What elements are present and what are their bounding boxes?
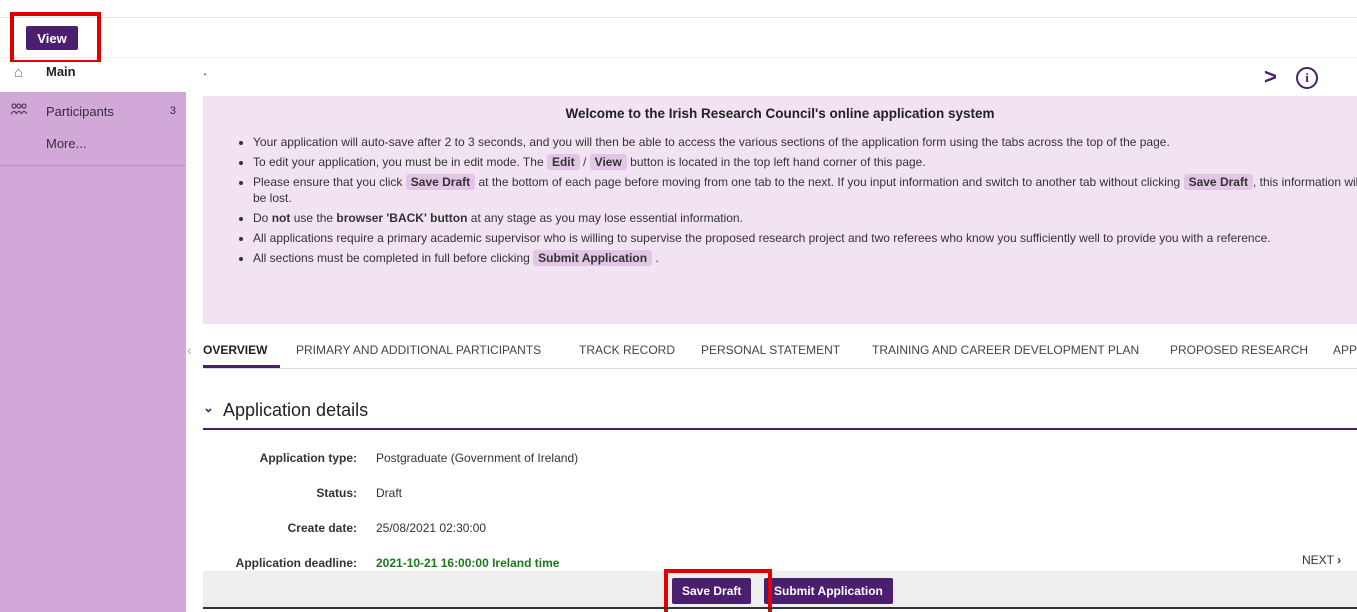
tabs-divider [203,368,1357,369]
section-divider [203,428,1357,430]
highlight-box-view [10,12,101,64]
participants-count-badge: 3 [169,105,176,117]
next-label: NEXT [1302,553,1334,567]
home-icon: ⌂ [14,64,24,81]
header-dot: . [203,62,207,78]
tab-app[interactable]: APP [1333,343,1357,357]
sidebar-item-label: Participants [46,104,114,119]
sidebar-item-label: More... [46,136,87,151]
list-item-text: at the bottom of each page before moving… [478,175,1181,189]
tab-personal-statement[interactable]: PERSONAL STATEMENT [701,343,840,357]
welcome-list: Your application will auto-save after 2 … [219,134,1357,270]
submit-application-pill: Submit Application [533,250,653,266]
tab-proposed-research[interactable]: PROPOSED RESEARCH [1170,343,1308,357]
deadline-label: Application deadline: [235,556,357,570]
status-label: Status: [316,486,357,500]
sidebar-item-label: Main [46,64,76,79]
view-pill: View [589,154,627,170]
emphasis-text: browser 'BACK' button [336,211,468,225]
list-item-text: To edit your application, you must be in… [253,155,544,169]
list-item-text: Your application will auto-save after 2 … [253,135,1170,149]
emphasis-text: not [271,211,291,225]
section-title[interactable]: Application details [223,400,368,421]
list-item-text: button is located in the top left hand c… [630,155,926,169]
welcome-panel: Welcome to the Irish Research Council's … [203,96,1357,324]
sidebar-item-participants[interactable]: Participants 3 [0,94,186,124]
top-divider [0,17,1357,18]
list-item-text: use the [293,211,334,225]
chevron-right-icon[interactable]: > [1264,64,1277,90]
list-item: All applications require a primary acade… [253,230,1357,246]
list-item: Please ensure that you click Save Draft … [253,174,1357,206]
tab-participants[interactable]: PRIMARY AND ADDITIONAL PARTICIPANTS [296,343,541,357]
chevron-right-icon: › [1337,553,1342,567]
tab-track-record[interactable]: TRACK RECORD [579,343,675,357]
chevron-down-icon[interactable]: ⌄ [203,400,214,416]
participants-icon [10,102,28,119]
list-item-text: All applications require a primary acade… [253,231,1271,245]
bottom-border [203,607,1357,609]
submit-application-button[interactable]: Submit Application [764,578,893,604]
list-item-text: at any stage as you may lose essential i… [470,211,743,225]
tab-training-career-plan[interactable]: TRAINING AND CAREER DEVELOPMENT PLAN [872,343,1139,357]
list-item-text: All sections must be completed in full b… [253,251,530,265]
list-item: Do not use the browser 'BACK' button at … [253,210,1357,226]
sidebar-divider [0,165,186,166]
save-draft-pill: Save Draft [1183,174,1253,190]
slash-text: / [582,155,587,169]
application-type-value: Postgraduate (Government of Ireland) [376,451,579,465]
application-type-label: Application type: [259,451,357,465]
list-item: Your application will auto-save after 2 … [253,134,1357,150]
toolbar-divider [0,57,1357,58]
sidebar: Participants 3 More... [0,92,186,612]
chevron-left-icon[interactable]: ‹ [187,342,192,358]
save-draft-pill: Save Draft [405,174,476,190]
info-icon[interactable]: i [1296,67,1318,89]
welcome-title: Welcome to the Irish Research Council's … [565,106,995,121]
deadline-value: 2021-10-21 16:00:00 Ireland time [376,556,560,570]
edit-pill: Edit [546,154,580,170]
list-item-text: Please ensure that you click [253,175,403,189]
create-date-value: 25/08/2021 02:30:00 [376,521,487,535]
sidebar-item-more[interactable]: More... [0,126,186,156]
status-value: Draft [376,486,403,500]
next-link[interactable]: NEXT › [1302,553,1341,567]
list-item-text: Do [253,211,269,225]
sidebar-item-main[interactable]: ⌂ Main [0,62,186,90]
list-item: All sections must be completed in full b… [253,250,1357,266]
highlight-box-save-draft [664,569,772,612]
tab-overview[interactable]: OVERVIEW [203,343,267,357]
list-item: To edit your application, you must be in… [253,154,1357,170]
list-item-text: . [655,251,659,265]
create-date-label: Create date: [287,521,357,535]
